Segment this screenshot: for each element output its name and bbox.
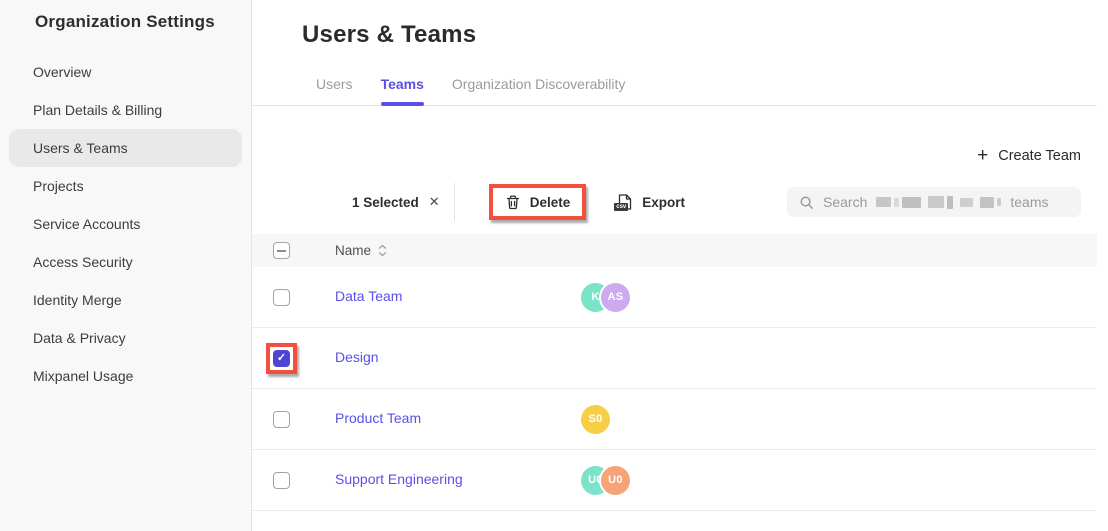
actions-row: + Create Team [252, 106, 1097, 164]
avatar: S0 [581, 405, 610, 434]
table-body: Data Team KAS ✓ Design Product Team S0 [252, 267, 1097, 511]
search-placeholder-prefix: Search [823, 194, 867, 210]
sidebar-item-projects[interactable]: Projects [9, 167, 242, 205]
checkbox-annotation-box [266, 282, 297, 313]
delete-annotation-box: Delete [489, 184, 587, 220]
create-team-button[interactable]: + Create Team [977, 148, 1081, 164]
checkbox-annotation-box: ✓ [266, 343, 297, 374]
main-content: Users & Teams Users Teams Organization D… [252, 0, 1108, 531]
search-icon [799, 195, 814, 210]
create-team-label: Create Team [998, 148, 1081, 164]
tab-users[interactable]: Users [302, 76, 367, 105]
csv-file-icon: csv [616, 193, 633, 211]
avatar-group: KAS [581, 283, 1097, 312]
sidebar-nav: Overview Plan Details & Billing Users & … [0, 53, 251, 395]
sidebar-item-label: Mixpanel Usage [33, 368, 133, 384]
row-checkbox[interactable] [273, 411, 290, 428]
row-checkbox[interactable]: ✓ [273, 350, 290, 367]
sidebar-item-label: Data & Privacy [33, 330, 126, 346]
sidebar-item-label: Plan Details & Billing [33, 102, 162, 118]
toolbar-divider [454, 183, 455, 221]
name-header-label: Name [335, 243, 371, 258]
selected-count-label: 1 Selected [352, 195, 419, 210]
row-name-cell: Support Engineering [335, 471, 581, 489]
export-button[interactable]: csv Export [616, 193, 685, 211]
team-name-link[interactable]: Product Team [335, 410, 421, 426]
page: Organization Settings Overview Plan Deta… [0, 0, 1108, 531]
row-name-cell: Data Team [335, 288, 581, 306]
page-title: Users & Teams [302, 21, 1097, 49]
avatar-group: S0 [581, 405, 1097, 434]
delete-button[interactable]: Delete [493, 188, 583, 216]
row-checkbox[interactable] [273, 289, 290, 306]
redacted-text [876, 196, 1001, 209]
sidebar-item-plan-details-billing[interactable]: Plan Details & Billing [9, 91, 242, 129]
sidebar-item-service-accounts[interactable]: Service Accounts [9, 205, 242, 243]
selection-toolbar: 1 Selected ✕ Delete [252, 182, 1097, 222]
header-checkbox-cell [273, 242, 335, 259]
table-row: Product Team S0 [252, 389, 1097, 450]
sidebar-item-label: Users & Teams [33, 140, 128, 156]
table-header: Name [252, 234, 1097, 267]
avatar: U0 [601, 466, 630, 495]
sidebar-item-label: Identity Merge [33, 292, 122, 308]
tab-bar: Users Teams Organization Discoverability [252, 76, 1097, 106]
table-row: Support Engineering U0U0 [252, 450, 1097, 511]
row-checkbox-cell [273, 282, 335, 313]
sidebar-item-identity-merge[interactable]: Identity Merge [9, 281, 242, 319]
sidebar-item-data-privacy[interactable]: Data & Privacy [9, 319, 242, 357]
sort-icon [378, 244, 387, 257]
row-checkbox-cell: ✓ [273, 343, 335, 374]
checkbox-annotation-box [266, 465, 297, 496]
delete-label: Delete [530, 195, 571, 210]
export-label: Export [642, 195, 685, 210]
csv-tag-label: csv [614, 203, 628, 211]
sidebar-item-label: Access Security [33, 254, 133, 270]
row-name-cell: Design [335, 349, 581, 367]
tab-organization-discoverability[interactable]: Organization Discoverability [438, 76, 640, 105]
row-checkbox[interactable] [273, 472, 290, 489]
sidebar-item-label: Projects [33, 178, 84, 194]
checkbox-annotation-box [266, 404, 297, 435]
search-input[interactable]: Search teams [787, 187, 1081, 217]
trash-icon [505, 194, 521, 211]
sidebar-item-mixpanel-usage[interactable]: Mixpanel Usage [9, 357, 242, 395]
team-name-link[interactable]: Support Engineering [335, 471, 463, 487]
select-all-checkbox[interactable] [273, 242, 290, 259]
avatar: AS [601, 283, 630, 312]
avatar-group: U0U0 [581, 466, 1097, 495]
search-placeholder-suffix: teams [1010, 194, 1048, 210]
sidebar-item-label: Service Accounts [33, 216, 140, 232]
plus-icon: + [977, 149, 988, 163]
name-column-header[interactable]: Name [335, 243, 581, 258]
table-row: ✓ Design [252, 328, 1097, 389]
sidebar-item-access-security[interactable]: Access Security [9, 243, 242, 281]
row-checkbox-cell [273, 404, 335, 435]
row-checkbox-cell [273, 465, 335, 496]
clear-selection-icon[interactable]: ✕ [429, 194, 440, 210]
team-name-link[interactable]: Data Team [335, 288, 402, 304]
team-name-link[interactable]: Design [335, 349, 379, 365]
sidebar-title: Organization Settings [0, 12, 251, 32]
sidebar-item-label: Overview [33, 64, 91, 80]
row-name-cell: Product Team [335, 410, 581, 428]
table-row: Data Team KAS [252, 267, 1097, 328]
sidebar-item-users-teams[interactable]: Users & Teams [9, 129, 242, 167]
sidebar: Organization Settings Overview Plan Deta… [0, 0, 252, 531]
tab-teams[interactable]: Teams [367, 76, 438, 105]
sidebar-item-overview[interactable]: Overview [9, 53, 242, 91]
